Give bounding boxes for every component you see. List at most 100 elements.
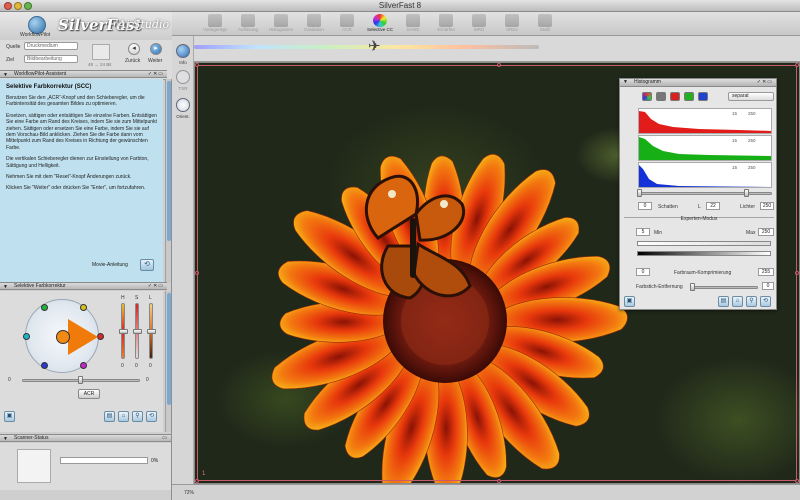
tool-histogramm[interactable]: Histogramm bbox=[268, 14, 294, 36]
tool-gane[interactable]: GANE bbox=[400, 14, 426, 36]
assistant-paragraph: Klicken Sie "Weiter" oder drücken Sie "E… bbox=[6, 185, 146, 192]
airplane-icon[interactable]: ✈ bbox=[368, 38, 381, 56]
next-button[interactable]: ▸ bbox=[150, 43, 162, 55]
tool-gradation[interactable]: Gradation bbox=[301, 14, 327, 36]
tool-vorlagentyp[interactable]: Vorlagentyp bbox=[202, 14, 228, 36]
yellow-dot[interactable] bbox=[80, 304, 87, 311]
scc-scrollbar[interactable] bbox=[165, 291, 171, 432]
expert-icon[interactable]: ⌂ bbox=[118, 411, 129, 422]
panel-controls-icon[interactable]: ✓✕▭ bbox=[148, 283, 164, 289]
spectrum-bar[interactable] bbox=[194, 45, 539, 49]
preview-top-bar: ✈ bbox=[194, 36, 800, 62]
assistant-scrollbar[interactable] bbox=[165, 79, 171, 283]
shadow-value[interactable]: 0 bbox=[638, 202, 652, 210]
blue-dot[interactable] bbox=[41, 362, 48, 369]
crop-handle[interactable] bbox=[195, 479, 199, 483]
panel-controls-icon[interactable]: ✓✕▭ bbox=[148, 71, 164, 77]
crop-handle[interactable] bbox=[195, 63, 199, 67]
ziel-label: Ziel bbox=[6, 57, 15, 63]
book-icon[interactable]: ▤ bbox=[104, 411, 115, 422]
red-dot[interactable] bbox=[97, 333, 104, 340]
compression-gradient[interactable] bbox=[637, 251, 771, 256]
tool-isrd[interactable]: iSRD bbox=[466, 14, 492, 36]
movie-button[interactable]: ⟲ bbox=[140, 259, 154, 271]
compress-min[interactable]: 0 bbox=[636, 268, 650, 276]
next-label: Weiter bbox=[148, 58, 163, 64]
max-value[interactable]: 250 bbox=[758, 228, 774, 236]
quelle-select[interactable]: Druckmedium bbox=[24, 42, 78, 50]
green-channel-button[interactable] bbox=[684, 92, 694, 101]
compress-max[interactable]: 255 bbox=[758, 268, 774, 276]
panel-controls-icon[interactable]: ✓✕▭ bbox=[757, 79, 773, 86]
cast-removal-knob[interactable] bbox=[690, 283, 695, 291]
reset-icon[interactable]: ⟲ bbox=[146, 411, 157, 422]
light-knob[interactable] bbox=[744, 189, 749, 197]
scc-panel: H S L 0 0 0 0 0 ACR ▣ ▤ ⌂ ⚲ ⟲ bbox=[0, 291, 163, 432]
red-channel-button[interactable] bbox=[670, 92, 680, 101]
all-channels-icon[interactable] bbox=[642, 92, 652, 101]
save-icon[interactable]: ▣ bbox=[624, 296, 635, 307]
histogram-header[interactable]: ▼ Histogramm ✓✕▭ bbox=[620, 79, 776, 87]
info-icon[interactable] bbox=[176, 44, 190, 58]
back-button[interactable]: ◂ bbox=[128, 43, 140, 55]
minmax-slider[interactable] bbox=[637, 241, 771, 246]
tsr-icon[interactable] bbox=[176, 70, 190, 84]
tool-label: Gradation bbox=[304, 27, 324, 32]
cast-removal-slider[interactable] bbox=[692, 286, 758, 289]
tool-icon bbox=[274, 14, 288, 27]
magenta-dot[interactable] bbox=[80, 362, 87, 369]
tool-acr[interactable]: ACR bbox=[334, 14, 360, 36]
color-wheel[interactable] bbox=[23, 299, 104, 373]
save-icon[interactable]: ▣ bbox=[4, 411, 15, 422]
panel-controls-icon[interactable]: ▭ bbox=[162, 435, 168, 441]
crop-handle[interactable] bbox=[795, 271, 799, 275]
zoom-icon[interactable]: ⚲ bbox=[746, 296, 757, 307]
scc-panel-header[interactable]: ▼ Selektive Farbkorrektur ✓✕▭ bbox=[0, 282, 167, 290]
gray-channel-button[interactable] bbox=[656, 92, 666, 101]
hue-slider-knob[interactable] bbox=[119, 329, 128, 334]
tool-aufl-sung[interactable]: Auflösung bbox=[235, 14, 261, 36]
collapse-triangle-icon[interactable]: ▼ bbox=[3, 72, 8, 78]
crop-handle[interactable] bbox=[195, 271, 199, 275]
title-bar: SilverFast 8 bbox=[0, 0, 800, 12]
collapse-triangle-icon[interactable]: ▼ bbox=[623, 79, 628, 86]
acr-button[interactable]: ACR bbox=[78, 389, 100, 399]
crop-handle[interactable] bbox=[795, 479, 799, 483]
green-dot[interactable] bbox=[41, 304, 48, 311]
shadow-light-slider[interactable] bbox=[638, 192, 772, 195]
intensity-slider-knob[interactable] bbox=[78, 376, 83, 384]
crop-handle[interactable] bbox=[795, 63, 799, 67]
color-selector-handle[interactable] bbox=[56, 330, 70, 344]
reset-icon[interactable]: ⟲ bbox=[760, 296, 771, 307]
cyan-dot[interactable] bbox=[23, 333, 30, 340]
shadow-knob[interactable] bbox=[637, 189, 642, 197]
assistant-panel-header[interactable]: ▼ WorkflowPilot-Assistent ✓✕▭ bbox=[0, 70, 167, 78]
scanner-panel-header[interactable]: ▼ Scanner-Status ▭ bbox=[0, 434, 171, 442]
min-value[interactable]: 5 bbox=[636, 228, 650, 236]
tool-multi[interactable]: Multi bbox=[532, 14, 558, 36]
crop-handle[interactable] bbox=[497, 63, 501, 67]
histogram-mode-select[interactable]: separat bbox=[728, 92, 774, 101]
collapse-triangle-icon[interactable]: ▼ bbox=[3, 436, 8, 442]
collapse-triangle-icon[interactable]: ▼ bbox=[3, 284, 8, 290]
ziel-select[interactable]: Bildbearbeitung bbox=[24, 55, 78, 63]
scanner-header-label: Scanner-Status bbox=[14, 435, 49, 441]
expert-icon[interactable]: ⌂ bbox=[732, 296, 743, 307]
light-value[interactable]: 250 bbox=[760, 202, 774, 210]
mid-value[interactable]: 22 bbox=[706, 202, 720, 210]
crop-handle[interactable] bbox=[497, 479, 501, 483]
cast-removal-label: Farbstich-Entfernung bbox=[636, 284, 683, 290]
orientation-icon[interactable] bbox=[176, 98, 190, 112]
scc-scroll-thumb[interactable] bbox=[167, 293, 171, 405]
shadow-label: Schatten bbox=[658, 204, 678, 210]
lightness-slider-knob[interactable] bbox=[147, 329, 156, 334]
book-icon[interactable]: ▤ bbox=[718, 296, 729, 307]
assistant-scroll-thumb[interactable] bbox=[167, 81, 171, 241]
tool-sch-rfen[interactable]: Schärfen bbox=[433, 14, 459, 36]
saturation-slider-knob[interactable] bbox=[133, 329, 142, 334]
tool-srdx[interactable]: SRDx bbox=[499, 14, 525, 36]
blue-channel-button[interactable] bbox=[698, 92, 708, 101]
zoom-icon[interactable]: ⚲ bbox=[132, 411, 143, 422]
tool-selective-cc[interactable]: Selective CC bbox=[367, 14, 393, 36]
cast-removal-value[interactable]: 0 bbox=[762, 282, 774, 290]
